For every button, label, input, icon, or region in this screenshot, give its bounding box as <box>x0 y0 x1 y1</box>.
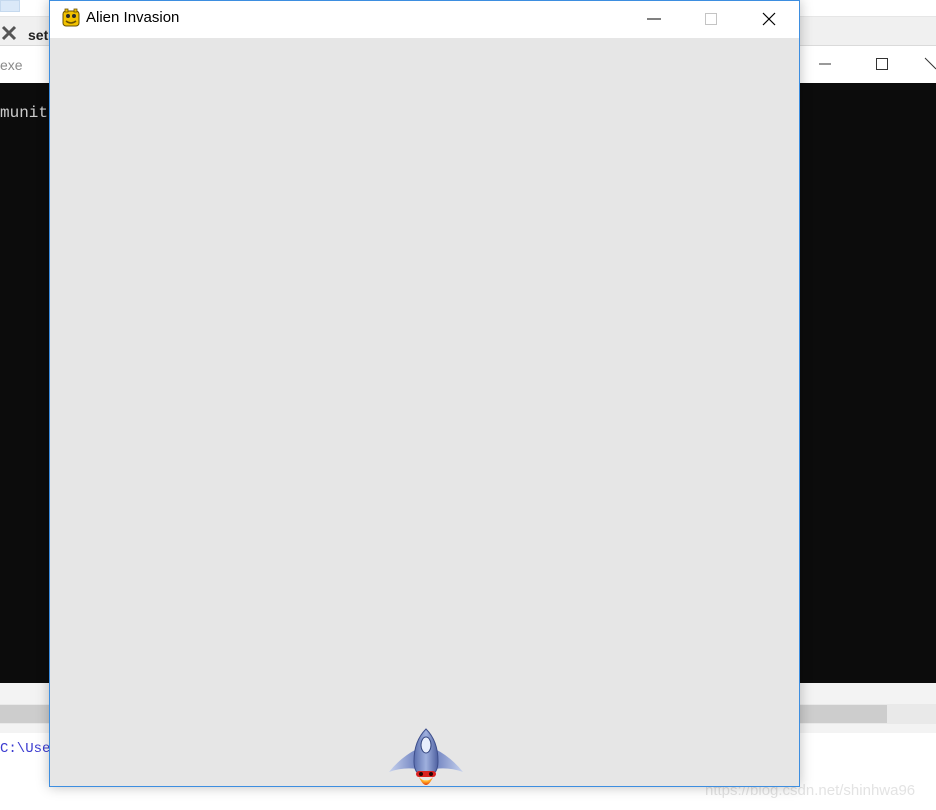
prompt-text: C:\Use <box>0 741 51 757</box>
pygame-snake-icon <box>61 8 81 28</box>
window-title: Alien Invasion <box>86 9 180 26</box>
rocket-ship <box>387 727 465 787</box>
console-close-button[interactable] <box>922 54 936 74</box>
close-button[interactable] <box>740 1 798 37</box>
close-icon <box>924 57 936 70</box>
game-window-titlebar[interactable]: Alien Invasion <box>50 1 799 38</box>
console-maximize-button[interactable] <box>869 54 895 74</box>
game-canvas[interactable] <box>50 38 799 786</box>
tab-close-icon[interactable] <box>0 24 18 42</box>
minimize-button[interactable] <box>625 1 683 37</box>
console-minimize-button[interactable] <box>812 54 838 74</box>
close-icon <box>762 12 776 26</box>
minimize-icon <box>819 63 831 65</box>
maximize-icon <box>705 13 717 25</box>
file-icon <box>0 0 20 12</box>
maximize-icon <box>876 58 888 70</box>
minimize-icon <box>647 18 661 20</box>
editor-tab-label[interactable]: set <box>28 27 48 43</box>
console-output-text: munit <box>0 104 49 122</box>
maximize-button[interactable] <box>682 1 740 37</box>
game-window: Alien Invasion <box>49 0 800 787</box>
console-title: exe <box>0 57 23 73</box>
